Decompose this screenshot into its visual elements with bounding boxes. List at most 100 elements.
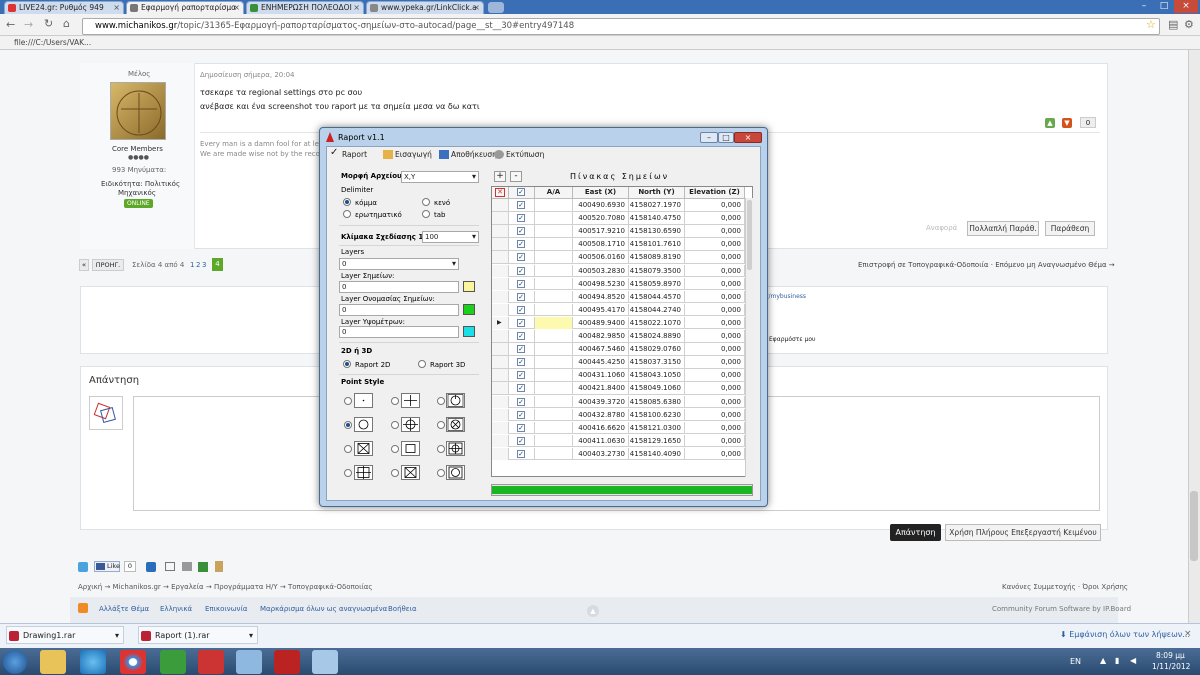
cell-aa[interactable] bbox=[535, 421, 573, 434]
footer-help[interactable]: Βοήθεια bbox=[388, 605, 417, 613]
cell-elevation[interactable]: 0,000 bbox=[685, 251, 745, 264]
home-icon[interactable]: ⌂ bbox=[63, 17, 70, 30]
close-tab-icon[interactable]: × bbox=[233, 2, 240, 14]
twitter-icon[interactable] bbox=[78, 562, 88, 572]
cell-east[interactable]: 400432.8780 bbox=[573, 408, 629, 421]
row-checkbox[interactable]: ✓ bbox=[517, 201, 525, 209]
close-tab-icon[interactable]: × bbox=[473, 2, 480, 14]
avatar[interactable] bbox=[110, 82, 166, 140]
row-checkbox[interactable]: ✓ bbox=[517, 318, 525, 327]
row-checkbox[interactable]: ✓ bbox=[517, 449, 525, 458]
network-icon[interactable]: ▮ bbox=[1115, 656, 1119, 665]
cell-elevation[interactable]: 0,000 bbox=[685, 330, 745, 342]
share-link-fragment[interactable]: r/mybusiness bbox=[766, 293, 806, 300]
cell-north[interactable]: 4158140.4090 bbox=[629, 447, 685, 460]
cell-north[interactable]: 4158140.4750 bbox=[629, 212, 685, 225]
cell-east[interactable]: 400490.6930 bbox=[573, 199, 629, 211]
show-all-downloads-link[interactable]: ⬇ Εμφάνιση όλων των λήψεων... bbox=[1060, 630, 1190, 639]
cell-north[interactable]: 4158024.8890 bbox=[629, 330, 685, 342]
point-style-radio[interactable] bbox=[437, 445, 445, 453]
point-style-square-circle-icon[interactable] bbox=[446, 465, 465, 480]
layers-select[interactable]: 0 bbox=[339, 258, 459, 270]
bookmark-icon[interactable] bbox=[215, 561, 223, 572]
report-link[interactable]: Αναφορά bbox=[926, 224, 957, 232]
row-checkbox-cell[interactable]: ✓ bbox=[509, 199, 535, 211]
cell-elevation[interactable]: 0,000 bbox=[685, 277, 745, 290]
row-checkbox[interactable]: ✓ bbox=[517, 240, 525, 249]
point-style-radio[interactable] bbox=[437, 469, 445, 477]
clock-time[interactable]: 8:09 μμ bbox=[1156, 651, 1185, 660]
row-header[interactable] bbox=[492, 369, 509, 382]
volume-icon[interactable]: ◀ bbox=[1130, 656, 1136, 665]
cell-east[interactable]: 400495.4170 bbox=[573, 303, 629, 316]
row-checkbox[interactable]: ✓ bbox=[517, 266, 525, 275]
cell-east[interactable]: 400494.8520 bbox=[573, 290, 629, 303]
scroll-top-icon[interactable]: ▲ bbox=[587, 605, 599, 617]
cell-east[interactable]: 400498.5230 bbox=[573, 277, 629, 290]
row-checkbox-cell[interactable]: ✓ bbox=[509, 343, 535, 356]
row-checkbox-cell[interactable]: ✓ bbox=[509, 212, 535, 225]
chrome-taskbar-icon[interactable] bbox=[120, 650, 146, 674]
cell-elevation[interactable]: 0,000 bbox=[685, 199, 745, 211]
point-style-square-cross-icon[interactable] bbox=[401, 465, 420, 480]
cell-elevation[interactable]: 0,000 bbox=[685, 290, 745, 303]
cell-east[interactable]: 400506.0160 bbox=[573, 251, 629, 264]
cell-aa[interactable] bbox=[535, 395, 573, 408]
row-header[interactable] bbox=[492, 251, 509, 264]
pagination-prev-button[interactable]: ΠΡΟΗΓ. bbox=[92, 259, 124, 271]
row-checkbox-cell[interactable]: ✓ bbox=[509, 277, 535, 290]
column-header-elevation[interactable]: Elevation (Z) bbox=[685, 187, 745, 199]
delimiter-tab-radio[interactable] bbox=[422, 210, 430, 218]
row-checkbox[interactable]: ✓ bbox=[517, 305, 525, 314]
row-checkbox[interactable]: ✓ bbox=[517, 345, 525, 354]
row-header[interactable] bbox=[492, 290, 509, 303]
row-checkbox[interactable]: ✓ bbox=[517, 253, 525, 262]
point-style-radio[interactable] bbox=[391, 397, 399, 405]
row-checkbox[interactable]: ✓ bbox=[517, 358, 525, 367]
back-to-forum-link[interactable]: Επιστροφή σε Τοπογραφικά-Οδοποιία · Επόμ… bbox=[858, 261, 1115, 269]
cell-east[interactable]: 400503.2830 bbox=[573, 264, 629, 277]
cell-elevation[interactable]: 0,000 bbox=[685, 408, 745, 421]
cell-east[interactable]: 400411.0630 bbox=[573, 434, 629, 447]
cell-north[interactable]: 4158037.3150 bbox=[629, 356, 685, 369]
point-style-square-plus-icon[interactable] bbox=[354, 465, 373, 480]
layer-heights-color[interactable] bbox=[463, 326, 475, 337]
breadcrumb-site[interactable]: Michanikos.gr bbox=[113, 583, 161, 591]
menu-print[interactable]: Εκτύπωση bbox=[494, 150, 544, 160]
bookmark-star-icon[interactable]: ☆ bbox=[1146, 18, 1156, 31]
cell-elevation[interactable]: 0,000 bbox=[685, 356, 745, 369]
point-style-plus-icon[interactable] bbox=[401, 393, 420, 408]
cell-elevation[interactable]: 0,000 bbox=[685, 382, 745, 395]
point-style-circle-icon[interactable] bbox=[354, 417, 373, 432]
table-row[interactable]: ✓ 400432.8780 4158100.6230 0,000 bbox=[492, 408, 745, 422]
tab-enimerosi[interactable]: ΕΝΗΜΕΡΩΣΗ ΠΟΛΕΟΔΟΙ × bbox=[246, 1, 364, 14]
cell-east[interactable]: 400467.5460 bbox=[573, 343, 629, 356]
tab-michanikos[interactable]: Εφαρμογή ραπορταρίσμα × bbox=[126, 1, 244, 14]
cell-elevation[interactable]: 0,000 bbox=[685, 421, 745, 434]
row-checkbox[interactable]: ✓ bbox=[517, 214, 525, 223]
reload-icon[interactable]: ↻ bbox=[44, 17, 53, 30]
table-row[interactable]: ✓ 400439.3720 4158085.6380 0,000 bbox=[492, 395, 745, 409]
point-style-radio[interactable] bbox=[344, 469, 352, 477]
cell-aa[interactable] bbox=[535, 369, 573, 382]
close-window-button[interactable]: × bbox=[1174, 0, 1198, 13]
new-tab-button[interactable] bbox=[488, 2, 504, 13]
row-header[interactable]: ▶ bbox=[492, 316, 509, 329]
point-style-radio[interactable] bbox=[391, 421, 399, 429]
dialog-maximize-button[interactable]: □ bbox=[718, 132, 734, 143]
cell-aa[interactable] bbox=[535, 356, 573, 369]
cell-north[interactable]: 4158085.6380 bbox=[629, 395, 685, 408]
point-style-radio[interactable] bbox=[391, 445, 399, 453]
cell-north[interactable]: 4158027.1970 bbox=[629, 199, 685, 211]
row-header[interactable] bbox=[492, 303, 509, 316]
back-arrow-icon[interactable]: ← bbox=[6, 18, 15, 31]
page-link-current[interactable]: 4 bbox=[212, 258, 223, 271]
row-checkbox-cell[interactable]: ✓ bbox=[509, 356, 535, 369]
footer-language[interactable]: Ελληνικά bbox=[160, 605, 192, 613]
cell-aa[interactable] bbox=[535, 447, 573, 460]
point-style-circle-cross-icon[interactable] bbox=[446, 417, 465, 432]
row-checkbox[interactable]: ✓ bbox=[517, 371, 525, 380]
bookmark-file[interactable]: file:///C:/Users/VAK... bbox=[14, 38, 91, 47]
cell-east[interactable]: 400482.9850 bbox=[573, 330, 629, 342]
page-link-3[interactable]: 3 bbox=[202, 261, 206, 269]
